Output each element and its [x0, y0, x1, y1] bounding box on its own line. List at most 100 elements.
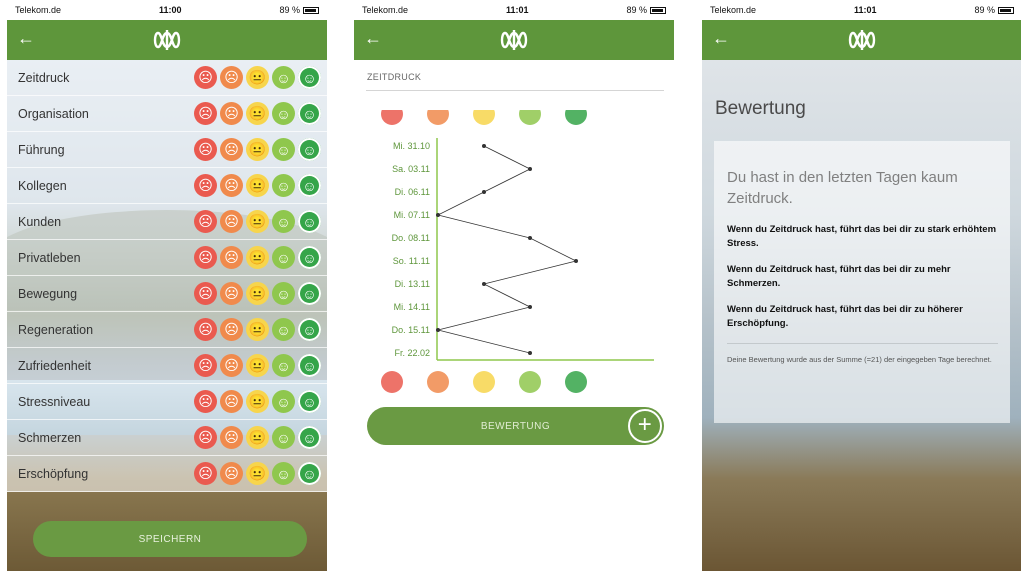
- status-bar: Telekom.de 11:00 89 %: [7, 0, 327, 20]
- rating-bad-icon[interactable]: ☹: [220, 318, 243, 341]
- rating-good-icon[interactable]: ☺: [272, 210, 295, 233]
- rating-neutral-icon[interactable]: 😐: [246, 138, 269, 161]
- rating-bad-icon[interactable]: ☹: [220, 210, 243, 233]
- nav-bar: ←: [702, 20, 1021, 60]
- rating-neutral-icon[interactable]: 😐: [246, 390, 269, 413]
- rating-very-good-icon[interactable]: ☺: [298, 318, 321, 341]
- rating-very-good-icon[interactable]: ☺: [298, 66, 321, 89]
- rating-neutral-icon[interactable]: 😐: [246, 462, 269, 485]
- rating-options: ☹ ☹ 😐 ☺ ☺: [194, 282, 321, 305]
- rating-bad-icon[interactable]: ☹: [220, 462, 243, 485]
- rating-bad-icon[interactable]: ☹: [220, 282, 243, 305]
- rating-very-good-icon[interactable]: ☺: [298, 174, 321, 197]
- rating-good-icon[interactable]: ☺: [272, 174, 295, 197]
- rating-very-bad-icon[interactable]: ☹: [194, 426, 217, 449]
- rating-bad-icon[interactable]: ☹: [220, 174, 243, 197]
- rating-very-bad-icon[interactable]: ☹: [194, 66, 217, 89]
- category-row: Kollegen ☹ ☹ 😐 ☺ ☺: [7, 168, 327, 204]
- rating-good-icon[interactable]: ☺: [272, 318, 295, 341]
- battery-status: 89 %: [974, 5, 1014, 15]
- rating-very-good-icon[interactable]: ☺: [298, 102, 321, 125]
- category-label: Organisation: [18, 106, 89, 121]
- rating-very-good-icon[interactable]: ☺: [298, 210, 321, 233]
- category-row: Stressniveau ☹ ☹ 😐 ☺ ☺: [7, 384, 327, 420]
- rating-very-bad-icon[interactable]: ☹: [194, 138, 217, 161]
- rating-bad-icon[interactable]: ☹: [220, 354, 243, 377]
- date-tick-label: Di. 06.11: [395, 187, 430, 197]
- rating-good-icon[interactable]: ☺: [272, 282, 295, 305]
- rating-bad-icon[interactable]: ☹: [220, 102, 243, 125]
- rating-very-bad-icon[interactable]: ☹: [194, 390, 217, 413]
- category-label: Kunden: [18, 214, 62, 229]
- rating-history-chart: Mi. 31.10 Sa. 03.11 Di. 06.11 Mi. 07.11 Do. …: [381, 110, 654, 393]
- rating-very-good-icon[interactable]: ☺: [298, 426, 321, 449]
- battery-percent: 89 %: [626, 5, 647, 15]
- date-tick-label: Fr. 22.02: [394, 348, 430, 358]
- rating-very-bad-icon[interactable]: ☹: [194, 174, 217, 197]
- date-tick-label: Do. 15.11: [392, 325, 430, 335]
- rating-good-icon[interactable]: ☺: [272, 138, 295, 161]
- category-label: Zufriedenheit: [18, 358, 91, 373]
- rating-bad-icon[interactable]: ☹: [220, 246, 243, 269]
- rating-very-good-icon[interactable]: ☺: [298, 246, 321, 269]
- rating-neutral-icon[interactable]: 😐: [246, 354, 269, 377]
- rating-bad-icon[interactable]: ☹: [220, 138, 243, 161]
- screen-rating-entry: Telekom.de 11:00 89 % ← Zeitdruck ☹ ☹ 😐 ☺ ☺ Or…: [7, 0, 327, 571]
- rating-bad-icon[interactable]: ☹: [220, 390, 243, 413]
- rating-very-bad-icon[interactable]: ☹: [194, 318, 217, 341]
- rating-neutral-icon[interactable]: 😐: [246, 318, 269, 341]
- rating-good-icon[interactable]: ☺: [272, 246, 295, 269]
- back-arrow-icon[interactable]: ←: [712, 28, 730, 49]
- scale-very-good-icon: [565, 110, 587, 125]
- rating-neutral-icon[interactable]: 😐: [246, 282, 269, 305]
- date-tick-label: So. 11.11: [393, 256, 430, 266]
- scale-very-good-icon: [565, 371, 587, 393]
- rating-very-bad-icon[interactable]: ☹: [194, 354, 217, 377]
- rating-good-icon[interactable]: ☺: [272, 462, 295, 485]
- rating-very-good-icon[interactable]: ☺: [298, 354, 321, 377]
- rating-neutral-icon[interactable]: 😐: [246, 210, 269, 233]
- rating-good-icon[interactable]: ☺: [272, 426, 295, 449]
- rating-very-good-icon[interactable]: ☺: [298, 390, 321, 413]
- save-button[interactable]: SPEICHERN: [33, 521, 307, 557]
- clock: 11:01: [853, 5, 877, 15]
- rating-bad-icon[interactable]: ☹: [220, 66, 243, 89]
- rating-bad-icon[interactable]: ☹: [220, 426, 243, 449]
- data-point: [482, 144, 486, 148]
- rating-good-icon[interactable]: ☺: [272, 390, 295, 413]
- evaluation-card: Du hast in den letzten Tagen kaum Zeitdr…: [714, 141, 1010, 423]
- rating-very-bad-icon[interactable]: ☹: [194, 462, 217, 485]
- scale-good-icon: [519, 371, 541, 393]
- rating-neutral-icon[interactable]: 😐: [246, 102, 269, 125]
- rating-good-icon[interactable]: ☺: [272, 354, 295, 377]
- rating-options: ☹ ☹ 😐 ☺ ☺: [194, 138, 321, 161]
- rating-good-icon[interactable]: ☺: [272, 66, 295, 89]
- back-arrow-icon[interactable]: ←: [17, 28, 35, 49]
- rating-options: ☹ ☹ 😐 ☺ ☺: [194, 318, 321, 341]
- back-arrow-icon[interactable]: ←: [364, 28, 382, 49]
- data-point: [528, 305, 532, 309]
- category-row: Erschöpfung ☹ ☹ 😐 ☺ ☺: [7, 456, 327, 492]
- rating-very-bad-icon[interactable]: ☹: [194, 246, 217, 269]
- rating-neutral-icon[interactable]: 😐: [246, 426, 269, 449]
- evaluation-button[interactable]: BEWERTUNG +: [367, 407, 664, 445]
- rating-very-bad-icon[interactable]: ☹: [194, 210, 217, 233]
- rating-very-good-icon[interactable]: ☺: [298, 462, 321, 485]
- rating-options: ☹ ☹ 😐 ☺ ☺: [194, 210, 321, 233]
- battery-icon: [997, 6, 1014, 14]
- carrier: Telekom.de: [15, 5, 62, 15]
- rating-very-bad-icon[interactable]: ☹: [194, 282, 217, 305]
- rating-neutral-icon[interactable]: 😐: [246, 66, 269, 89]
- rating-very-bad-icon[interactable]: ☹: [194, 102, 217, 125]
- category-label: Bewegung: [18, 286, 78, 301]
- rating-neutral-icon[interactable]: 😐: [246, 174, 269, 197]
- rating-neutral-icon[interactable]: 😐: [246, 246, 269, 269]
- rating-very-good-icon[interactable]: ☺: [298, 138, 321, 161]
- screen-history-chart: Telekom.de 11:01 89 % ← ZEITDRUCK Mi. 31…: [354, 0, 674, 571]
- rating-good-icon[interactable]: ☺: [272, 102, 295, 125]
- rating-very-good-icon[interactable]: ☺: [298, 282, 321, 305]
- plus-icon[interactable]: +: [628, 409, 662, 443]
- data-point: [436, 213, 440, 217]
- category-label: Stressniveau: [18, 394, 91, 409]
- rating-options: ☹ ☹ 😐 ☺ ☺: [194, 426, 321, 449]
